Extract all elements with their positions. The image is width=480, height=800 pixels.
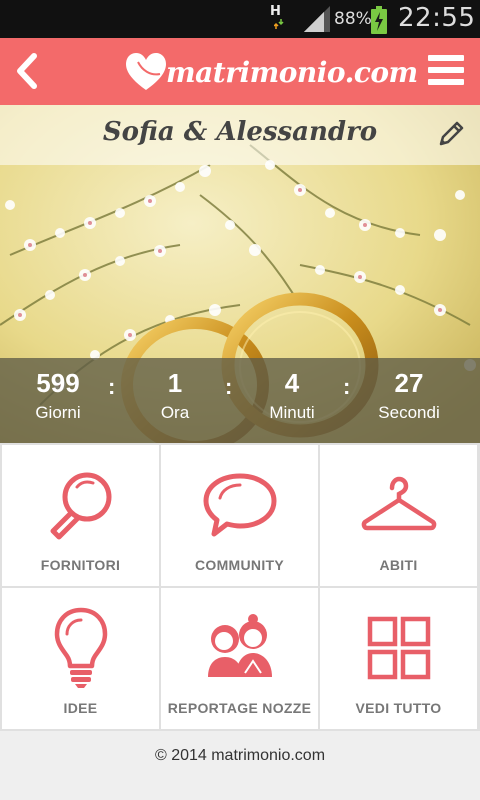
- countdown-separator: :: [343, 374, 351, 399]
- logo-text: matrimonio.com: [166, 55, 418, 89]
- couple-icon: [207, 614, 272, 677]
- countdown-days: 599 Giorni: [3, 368, 113, 423]
- seconds-value: 27: [394, 368, 424, 398]
- tile-label: IDEE: [63, 700, 98, 716]
- signal-strength-icon: [304, 6, 330, 32]
- battery-percent: 88%: [334, 9, 372, 29]
- hours-label: Ora: [160, 403, 190, 422]
- speech-bubble-icon: [203, 473, 276, 537]
- footer: © 2014 matrimonio.com: [0, 731, 480, 800]
- copyright-text: © 2014 matrimonio.com: [154, 747, 326, 764]
- status-bar: H 88% 22:55: [0, 0, 480, 38]
- logo[interactable]: matrimonio.com: [124, 46, 418, 98]
- tile-abiti[interactable]: ABITI: [320, 445, 477, 586]
- couple-names: Sofia & Alessandro: [102, 117, 378, 147]
- countdown-hours: 1 Ora: [120, 368, 230, 423]
- tile-community[interactable]: COMMUNITY: [161, 445, 318, 586]
- network-indicator: H: [270, 4, 284, 29]
- battery-charging-icon: [371, 6, 387, 34]
- countdown-minutes: 4 Minuti: [237, 368, 347, 423]
- days-value: 599: [36, 368, 80, 398]
- countdown-seconds: 27 Secondi: [354, 368, 464, 423]
- countdown-bar: 599 Giorni : 1 Ora : 4 Minuti : 27 Secon…: [0, 358, 480, 443]
- tile-label: REPORTAGE NOZZE: [167, 700, 312, 716]
- seconds-label: Secondi: [378, 403, 440, 422]
- tile-label: COMMUNITY: [194, 557, 285, 573]
- app-bar: matrimonio.com: [0, 38, 480, 105]
- grid-icon: [367, 616, 430, 680]
- lightbulb-icon: [54, 607, 107, 688]
- hanger-icon: [361, 476, 436, 531]
- tile-label: ABITI: [379, 557, 418, 573]
- tile-idee[interactable]: IDEE: [2, 588, 159, 729]
- back-arrow-icon[interactable]: [14, 52, 40, 90]
- tile-label: FORNITORI: [40, 557, 121, 573]
- hero-banner: Sofia & Alessandro 599 Giorni : 1 Ora : …: [0, 105, 480, 443]
- countdown-separator: :: [225, 374, 233, 399]
- clock: 22:55: [398, 3, 476, 33]
- tile-label: VEDI TUTTO: [355, 700, 442, 716]
- hamburger-menu-icon[interactable]: [428, 55, 464, 85]
- menu-grid: FORNITORI COMMUNITY ABITI IDEE REPORTAGE…: [0, 443, 480, 731]
- edit-pencil-icon[interactable]: [436, 119, 466, 149]
- days-label: Giorni: [35, 403, 81, 422]
- minutes-value: 4: [284, 368, 300, 398]
- search-icon: [50, 472, 111, 540]
- tile-fornitori[interactable]: FORNITORI: [2, 445, 159, 586]
- network-type: H: [270, 4, 281, 19]
- data-arrows-icon: [274, 19, 284, 29]
- tile-vedi-tutto[interactable]: VEDI TUTTO: [320, 588, 477, 729]
- hours-value: 1: [167, 368, 183, 398]
- tile-reportage-nozze[interactable]: REPORTAGE NOZZE: [161, 588, 318, 729]
- heart-logo-icon: [126, 53, 166, 90]
- countdown-separator: :: [108, 374, 116, 399]
- minutes-label: Minuti: [269, 403, 315, 422]
